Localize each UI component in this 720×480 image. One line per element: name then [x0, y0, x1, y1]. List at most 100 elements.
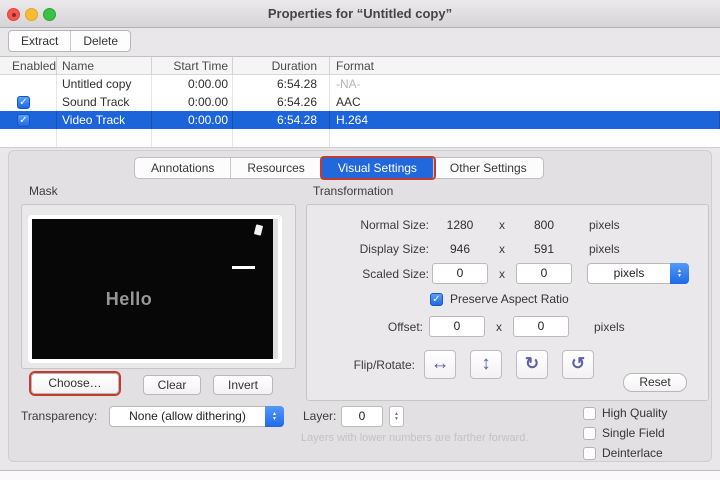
flip-horizontal-button[interactable]: ↔ — [424, 350, 456, 379]
flip-horizontal-icon: ↔ — [430, 353, 450, 374]
column-header-format: Format — [336, 59, 375, 73]
choose-button[interactable]: Choose… — [31, 373, 119, 394]
enabled-checkbox[interactable]: ✓ — [17, 95, 30, 109]
stepper-down-icon: ▼ — [394, 415, 399, 422]
display-size-label: Display Size: — [359, 242, 429, 256]
table-header: Enabled Name Start Time Duration Format — [0, 57, 720, 75]
enabled-checkbox[interactable]: ✓ — [17, 113, 30, 127]
extract-button[interactable]: Extract — [9, 31, 72, 51]
reset-button[interactable]: Reset — [623, 373, 687, 392]
preserve-aspect-label: Preserve Aspect Ratio — [450, 292, 569, 306]
track-table: Enabled Name Start Time Duration Format … — [0, 56, 720, 148]
settings-pane: Annotations Resources Visual Settings Ot… — [8, 150, 712, 462]
dropdown-stepper-icon: ▲ ▼ — [670, 263, 689, 284]
transparency-value: None (allow dithering) — [129, 409, 246, 423]
name-cell: Video Track — [57, 111, 152, 129]
tab-resources[interactable]: Resources — [231, 158, 322, 178]
tab-annotations[interactable]: Annotations — [135, 158, 232, 178]
mask-preview-frame: Hello — [28, 215, 282, 363]
transformation-group-label: Transformation — [313, 184, 394, 198]
layer-label: Layer: — [303, 409, 337, 423]
transparency-dropdown[interactable]: None (allow dithering) ▲ ▼ — [109, 406, 284, 427]
dimension-separator: x — [496, 319, 502, 334]
display-size-row: Display Size: 946 x 591 pixels — [307, 242, 708, 256]
track-action-buttons: Extract Delete — [8, 30, 132, 52]
high-quality-option[interactable]: High Quality — [583, 406, 667, 420]
deinterlace-label: Deinterlace — [602, 446, 663, 460]
offset-y-field[interactable]: 0 — [513, 316, 569, 337]
single-field-checkbox[interactable] — [583, 426, 596, 440]
preserve-aspect-row: ✓ Preserve Aspect Ratio — [307, 292, 708, 306]
scaled-width-field[interactable]: 0 — [432, 263, 488, 284]
single-field-label: Single Field — [602, 426, 665, 440]
settings-tabs: Annotations Resources Visual Settings Ot… — [134, 157, 544, 179]
table-row-untitled-copy[interactable]: Untitled copy 0:00.00 6:54.28 -NA- — [0, 75, 720, 93]
table-row-sound-track[interactable]: ✓ Sound Track 0:00.00 6:54.26 AAC — [0, 93, 720, 111]
transformation-box: Normal Size: 1280 x 800 pixels Display S… — [306, 204, 709, 401]
format-cell: AAC — [336, 95, 361, 109]
scaled-size-row: Scaled Size: 0 x 0 pixels ▲ ▼ — [307, 263, 708, 284]
high-quality-checkbox[interactable] — [583, 406, 596, 420]
normal-size-width: 1280 — [446, 218, 474, 232]
enabled-cell: ✓ — [0, 111, 57, 129]
normal-size-label: Normal Size: — [360, 218, 429, 232]
invert-button[interactable]: Invert — [213, 375, 273, 395]
flip-rotate-label: Flip/Rotate: — [353, 357, 415, 372]
start-time-cell: 0:00.00 — [152, 75, 233, 93]
dropdown-stepper-icon: ▲ ▼ — [265, 406, 284, 427]
enabled-cell — [0, 75, 57, 93]
display-size-height: 591 — [533, 242, 555, 256]
layer-hint-text: Layers with lower numbers are farther fo… — [301, 432, 529, 444]
format-cell: -NA- — [336, 77, 361, 91]
table-row-video-track[interactable]: ✓ Video Track 0:00.00 6:54.28 H.264 — [0, 111, 720, 129]
dimension-separator: x — [499, 266, 505, 281]
rotate-counterclockwise-icon: ↺ — [570, 354, 586, 373]
tab-visual-settings[interactable]: Visual Settings — [321, 158, 434, 178]
enabled-cell: ✓ — [0, 93, 57, 111]
dimension-separator: x — [499, 242, 505, 256]
clear-button[interactable]: Clear — [143, 375, 201, 395]
mask-preview-text: Hello — [105, 289, 153, 309]
column-header-duration: Duration — [233, 57, 330, 75]
column-header-enabled: Enabled — [0, 57, 57, 75]
preserve-aspect-checkbox[interactable]: ✓ — [430, 292, 443, 306]
name-cell: Sound Track — [57, 93, 152, 111]
flip-vertical-button[interactable]: ↕ — [470, 350, 502, 379]
rotate-clockwise-button[interactable]: ↻ — [516, 350, 548, 379]
offset-row: Offset: 0 x 0 pixels — [307, 316, 708, 337]
transparency-label: Transparency: — [21, 409, 98, 423]
offset-unit: pixels — [594, 319, 625, 334]
rotate-counterclockwise-button[interactable]: ↺ — [562, 350, 594, 379]
high-quality-label: High Quality — [602, 406, 668, 420]
name-cell: Untitled copy — [57, 75, 152, 93]
preview-scrollbar[interactable] — [273, 219, 278, 359]
offset-x-field[interactable]: 0 — [429, 316, 485, 337]
delete-button[interactable]: Delete — [71, 31, 130, 51]
deinterlace-checkbox[interactable] — [583, 446, 596, 460]
offset-label: Offset: — [387, 319, 423, 334]
normal-size-unit: pixels — [589, 218, 620, 232]
start-time-cell: 0:00.00 — [152, 111, 233, 129]
properties-window: Properties for “Untitled copy” Extract D… — [0, 0, 720, 471]
normal-size-row: Normal Size: 1280 x 800 pixels — [307, 218, 708, 232]
mask-group-label: Mask — [29, 184, 58, 198]
column-header-start-time: Start Time — [152, 57, 233, 75]
mask-preview: Hello — [32, 219, 278, 359]
layer-field[interactable]: 0 — [341, 406, 383, 427]
deinterlace-option[interactable]: Deinterlace — [583, 446, 663, 460]
tab-other-settings[interactable]: Other Settings — [434, 158, 543, 178]
rotate-clockwise-icon: ↻ — [524, 354, 540, 373]
display-size-width: 946 — [449, 242, 471, 256]
layer-stepper[interactable]: ▲ ▼ — [389, 406, 404, 427]
scaled-height-field[interactable]: 0 — [516, 263, 572, 284]
duration-cell: 6:54.28 — [233, 75, 330, 93]
dimension-separator: x — [499, 218, 505, 232]
mask-dash-mark — [232, 266, 255, 269]
table-row-empty — [0, 129, 720, 147]
single-field-option[interactable]: Single Field — [583, 426, 665, 440]
normal-size-height: 800 — [533, 218, 555, 232]
display-size-unit: pixels — [589, 242, 620, 256]
duration-cell: 6:54.28 — [233, 111, 330, 129]
scaled-unit-dropdown[interactable]: pixels ▲ ▼ — [587, 263, 689, 284]
mask-corner-mark — [253, 224, 264, 236]
